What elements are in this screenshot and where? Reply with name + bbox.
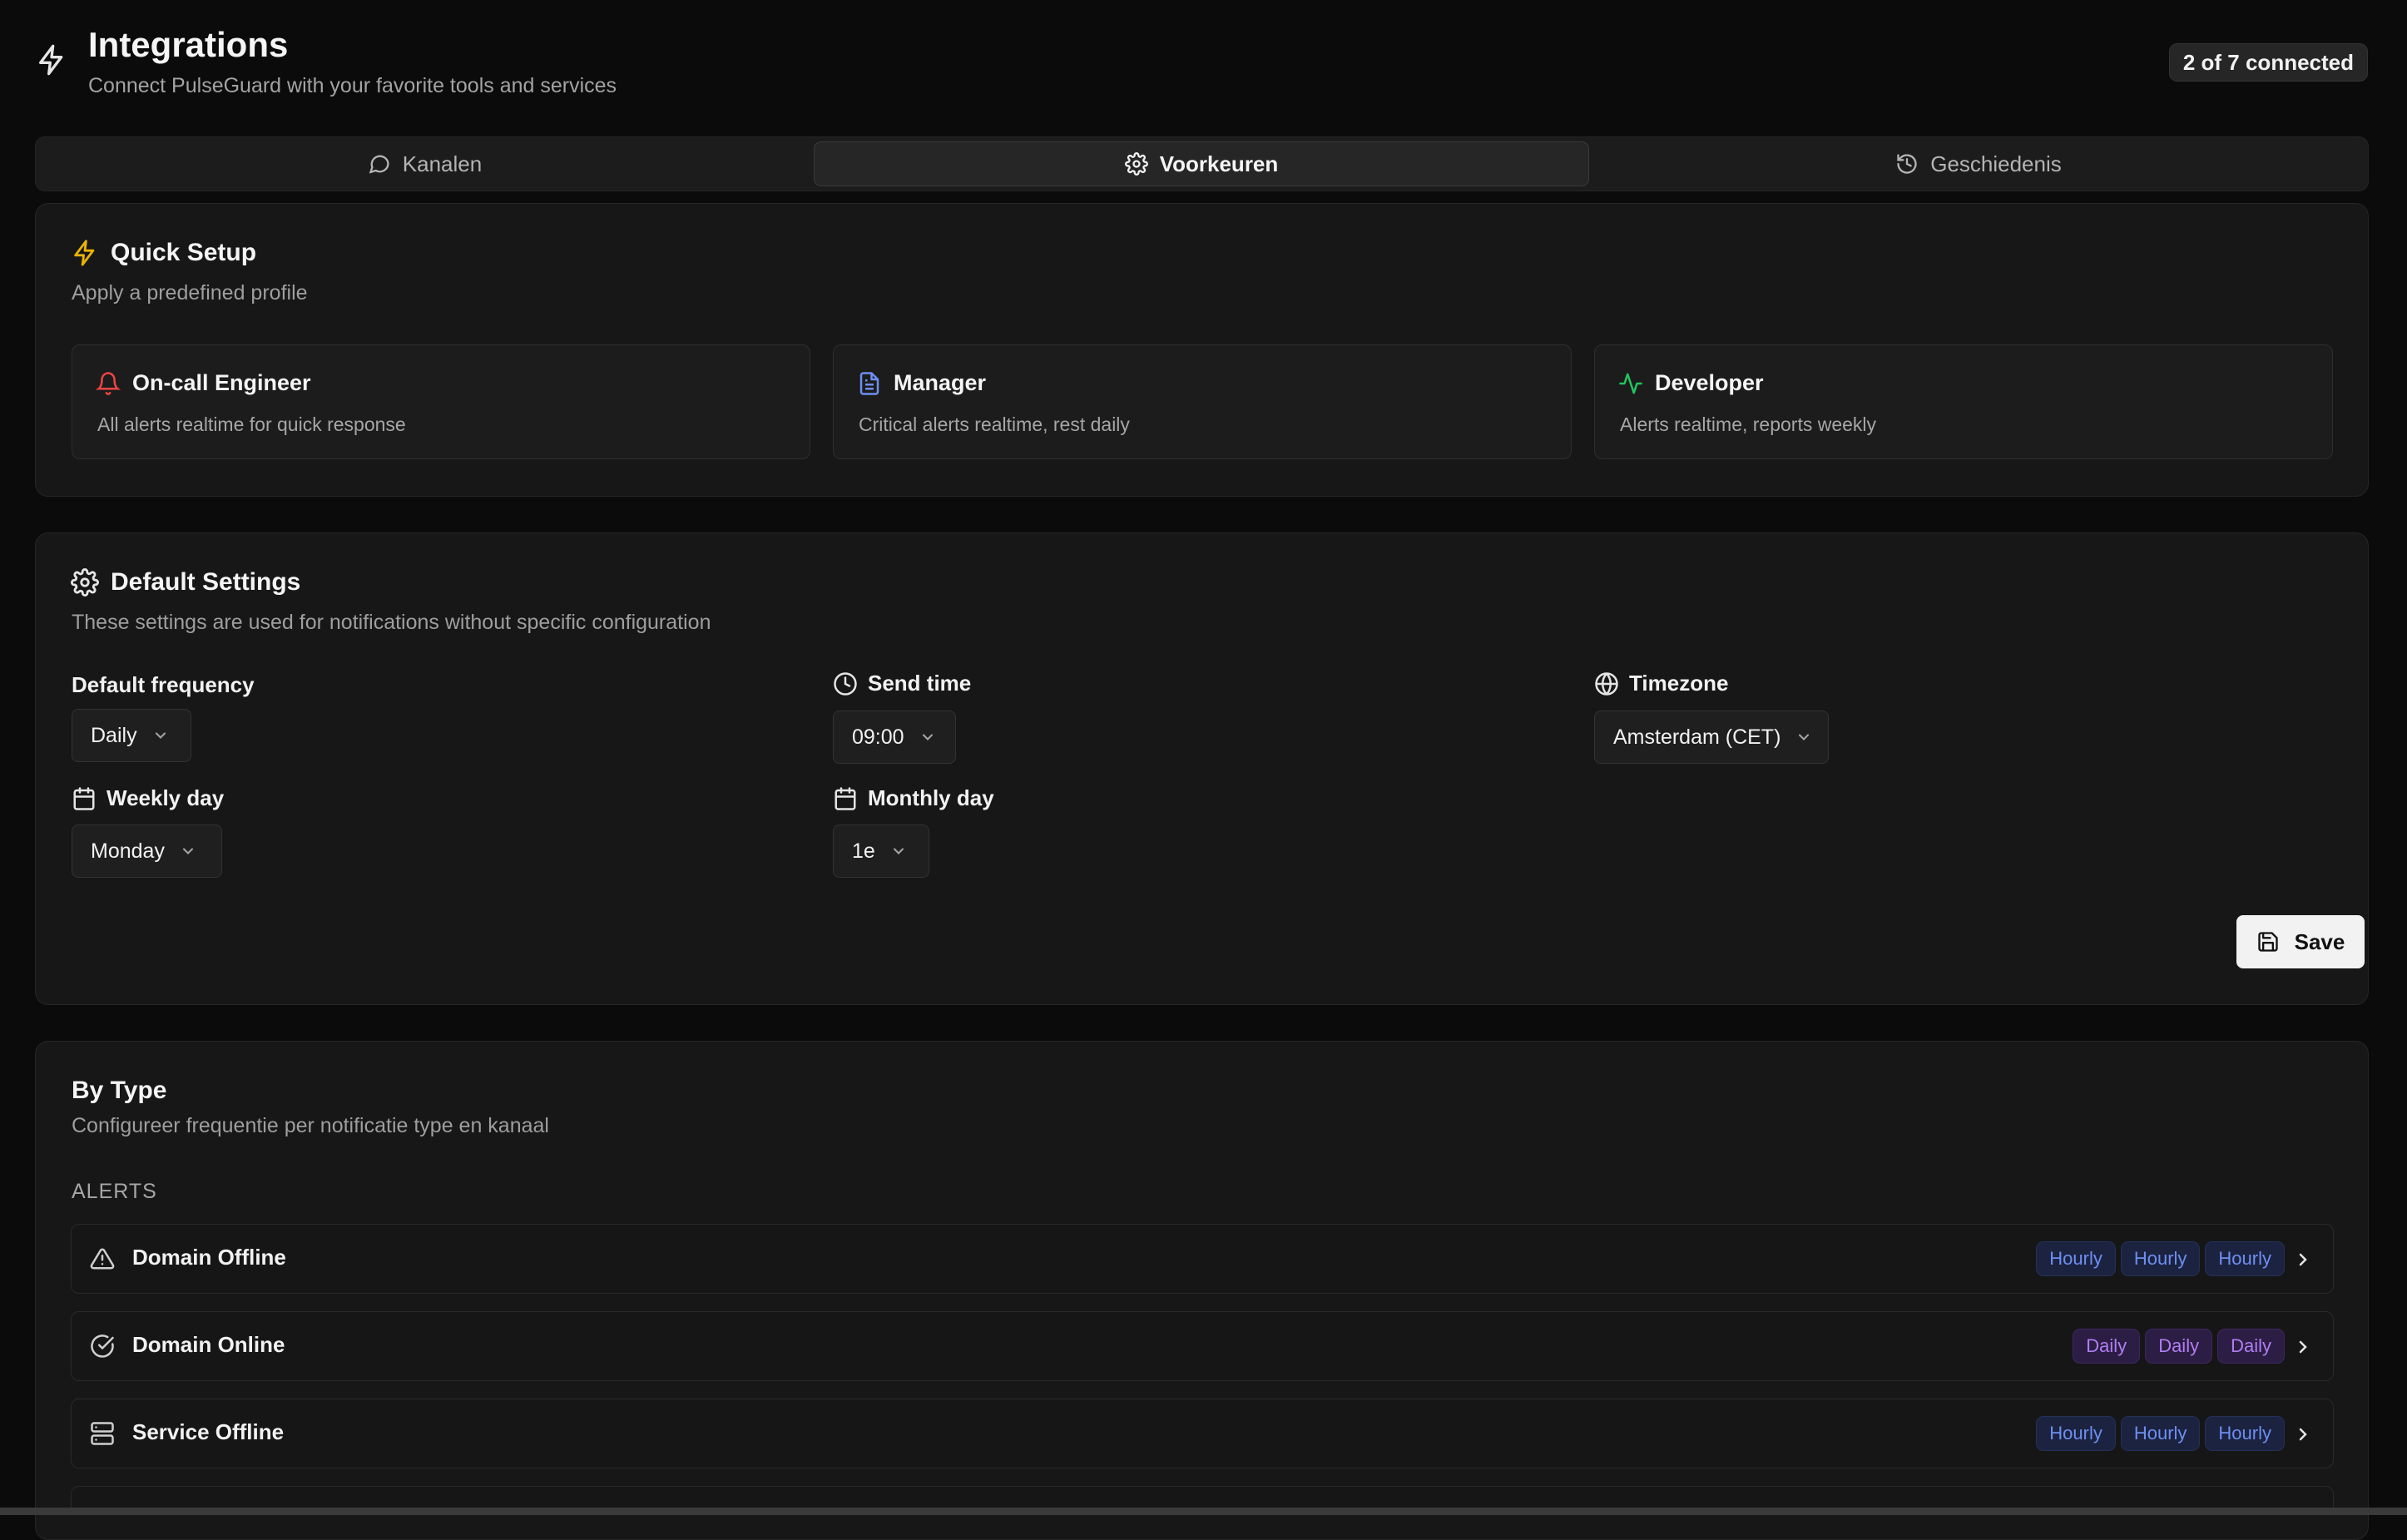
- frequency-badge: Hourly: [2205, 1416, 2285, 1451]
- type-name: Service Offline: [132, 1419, 285, 1444]
- frequency-badge: Hourly: [2036, 1241, 2116, 1276]
- horizontal-scrollbar[interactable]: [0, 1508, 2407, 1515]
- default-settings-title-text: Default Settings: [111, 568, 301, 596]
- by-type-title: By Type: [72, 1077, 167, 1104]
- frequency-badge: Hourly: [2120, 1241, 2201, 1276]
- send-time-label: Send time: [833, 671, 971, 696]
- profile-description: Alerts realtime, reports weekly: [1620, 413, 1877, 435]
- type-row-service-offline[interactable]: Service Offline Hourly Hourly Hourly: [71, 1399, 2334, 1468]
- document-icon: [857, 371, 882, 396]
- chevron-right-icon: [2293, 1250, 2313, 1270]
- page-subtitle: Connect PulseGuard with your favorite to…: [88, 74, 617, 97]
- timezone-label: Timezone: [1594, 671, 1728, 696]
- type-row-domain-offline[interactable]: Domain Offline Hourly Hourly Hourly: [71, 1224, 2334, 1294]
- tab-label: Geschiedenis: [1930, 151, 2062, 176]
- globe-icon: [1594, 671, 1619, 696]
- save-label: Save: [2294, 928, 2345, 954]
- label-text: Send time: [868, 671, 972, 696]
- quick-setup-title-text: Quick Setup: [111, 239, 257, 266]
- save-button[interactable]: Save: [2236, 915, 2365, 968]
- monthly-day-select[interactable]: 1e: [833, 824, 929, 878]
- alerts-section-label: ALERTS: [72, 1180, 157, 1203]
- label-text: Timezone: [1629, 671, 1729, 696]
- weekly-day-select[interactable]: Monday: [72, 824, 222, 878]
- calendar-icon: [833, 786, 858, 811]
- frequency-badge: Hourly: [2120, 1416, 2201, 1451]
- chevron-down-icon: [180, 843, 196, 859]
- message-circle-icon: [368, 152, 391, 176]
- lightning-icon: [71, 239, 99, 267]
- profile-title: Manager: [894, 370, 987, 395]
- quick-setup-description: Apply a predefined profile: [72, 281, 308, 305]
- activity-icon: [1618, 371, 1643, 396]
- default-settings-title: Default Settings: [71, 568, 300, 597]
- default-frequency-select[interactable]: Daily: [72, 709, 191, 762]
- tab-kanalen[interactable]: Kanalen: [40, 141, 810, 186]
- type-name: Domain Offline: [132, 1245, 286, 1270]
- chevron-down-icon: [1795, 729, 1812, 745]
- by-type-description: Configureer frequentie per notificatie t…: [72, 1114, 549, 1137]
- frequency-badge: Daily: [2145, 1329, 2213, 1364]
- select-value: Monday: [91, 839, 165, 863]
- frequency-badge: Hourly: [2205, 1241, 2285, 1276]
- profile-description: All alerts realtime for quick response: [97, 413, 406, 435]
- select-value: 1e: [852, 839, 875, 863]
- profile-description: Critical alerts realtime, rest daily: [859, 413, 1130, 435]
- page-title: Integrations: [88, 25, 289, 64]
- type-name: Domain Online: [132, 1332, 285, 1357]
- profile-title: Developer: [1655, 370, 1764, 395]
- select-value: Amsterdam (CET): [1613, 725, 1781, 749]
- profile-oncall-engineer[interactable]: On-call Engineer All alerts realtime for…: [72, 344, 810, 459]
- tab-geschiedenis[interactable]: Geschiedenis: [1593, 141, 2364, 186]
- server-icon: [90, 1421, 115, 1446]
- chevron-down-icon: [152, 727, 169, 744]
- weekly-day-label: Weekly day: [72, 785, 224, 811]
- chevron-right-icon: [2293, 1337, 2313, 1357]
- quick-setup-title: Quick Setup: [71, 239, 256, 267]
- default-settings-card: Default Settings These settings are used…: [35, 532, 2369, 1005]
- gear-icon: [1124, 152, 1148, 176]
- default-settings-description: These settings are used for notification…: [72, 611, 711, 634]
- default-frequency-label: Default frequency: [72, 672, 255, 698]
- select-value: Daily: [91, 723, 137, 747]
- label-text: Default frequency: [72, 672, 255, 697]
- tab-label: Voorkeuren: [1159, 151, 1279, 176]
- connected-count-badge: 2 of 7 connected: [2168, 43, 2368, 82]
- save-icon: [2256, 930, 2280, 953]
- gear-icon: [71, 568, 99, 597]
- monthly-day-label: Monthly day: [833, 785, 994, 811]
- type-row-domain-online[interactable]: Domain Online Daily Daily Daily: [71, 1311, 2334, 1381]
- chevron-right-icon: [2293, 1424, 2313, 1444]
- chevron-down-icon: [890, 843, 907, 859]
- frequency-badge: Daily: [2073, 1329, 2141, 1364]
- frequency-badges: Hourly Hourly Hourly: [2036, 1416, 2285, 1451]
- profile-manager[interactable]: Manager Critical alerts realtime, rest d…: [833, 344, 1572, 459]
- clock-icon: [833, 671, 858, 696]
- frequency-badge: Hourly: [2036, 1416, 2116, 1451]
- label-text: Weekly day: [106, 785, 225, 810]
- frequency-badges: Daily Daily Daily: [2073, 1329, 2285, 1364]
- timezone-select[interactable]: Amsterdam (CET): [1594, 711, 1829, 764]
- send-time-select[interactable]: 09:00: [833, 711, 956, 764]
- label-text: Monthly day: [868, 785, 994, 810]
- tab-label: Kanalen: [402, 151, 483, 176]
- lightning-icon: [35, 43, 68, 77]
- bell-icon: [96, 371, 121, 396]
- warning-triangle-icon: [90, 1246, 115, 1271]
- frequency-badge: Daily: [2217, 1329, 2285, 1364]
- select-value: 09:00: [852, 725, 904, 749]
- frequency-badges: Hourly Hourly Hourly: [2036, 1241, 2285, 1276]
- chevron-down-icon: [919, 729, 936, 745]
- history-icon: [1895, 152, 1919, 176]
- tab-bar: Kanalen Voorkeuren Geschiedenis: [35, 136, 2369, 191]
- profile-title: On-call Engineer: [132, 370, 311, 395]
- check-circle-icon: [90, 1334, 115, 1359]
- calendar-icon: [72, 786, 97, 811]
- tab-voorkeuren[interactable]: Voorkeuren: [814, 141, 1589, 186]
- quick-setup-card: Quick Setup Apply a predefined profile O…: [35, 203, 2369, 497]
- profile-developer[interactable]: Developer Alerts realtime, reports weekl…: [1594, 344, 2333, 459]
